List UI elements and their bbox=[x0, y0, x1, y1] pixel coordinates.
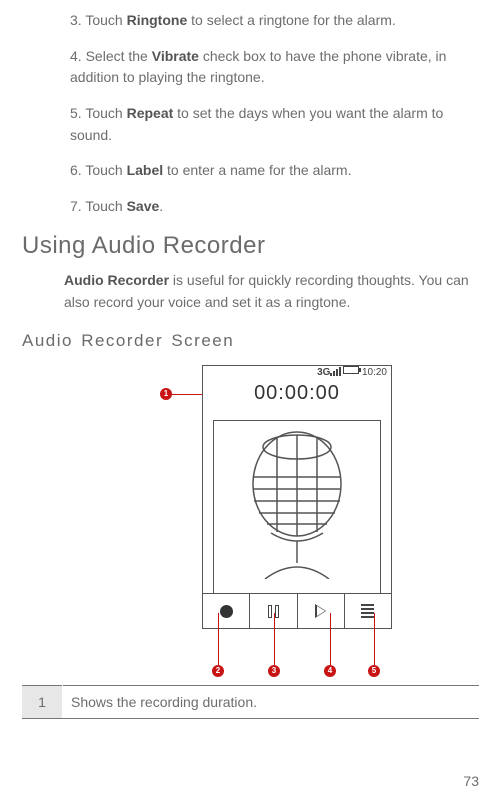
step-text: Touch Ringtone to select a ringtone for … bbox=[85, 12, 395, 28]
legend-index: 1 bbox=[22, 686, 63, 719]
section-title: Using Audio Recorder bbox=[22, 232, 479, 260]
callout-5: 5 bbox=[368, 665, 380, 677]
record-icon bbox=[220, 605, 233, 618]
recorder-toolbar bbox=[203, 593, 391, 628]
callout-3-leader bbox=[274, 613, 275, 665]
page-number: 73 bbox=[463, 773, 479, 789]
status-icons: 3G 10:20 bbox=[317, 367, 387, 378]
step-text: Touch Label to enter a name for the alar… bbox=[85, 162, 351, 178]
callout-1: 1 bbox=[160, 388, 172, 400]
microphone-icon bbox=[237, 429, 357, 579]
list-icon bbox=[361, 604, 374, 618]
step-5: 5. Touch Repeat to set the days when you… bbox=[70, 103, 479, 146]
table-row: 1 Shows the recording duration. bbox=[22, 686, 479, 719]
step-4: 4. Select the Vibrate check box to have … bbox=[70, 46, 479, 89]
status-clock: 10:20 bbox=[362, 367, 387, 378]
pause-button[interactable] bbox=[249, 594, 296, 628]
battery-icon bbox=[343, 366, 359, 374]
step-6: 6. Touch Label to enter a name for the a… bbox=[70, 160, 479, 182]
step-number: 7. bbox=[70, 198, 82, 214]
callout-3: 3 bbox=[268, 665, 280, 677]
section-intro: Audio Recorder is useful for quickly rec… bbox=[64, 270, 479, 313]
step-text: Touch Save. bbox=[85, 198, 163, 214]
subsection-title: Audio Recorder Screen bbox=[22, 331, 479, 351]
signal-icon bbox=[330, 368, 340, 376]
legend-desc: Shows the recording duration. bbox=[63, 686, 480, 719]
recorder-figure: 1 3G 10:20 00:00:00 bbox=[22, 365, 479, 685]
callout-4-leader bbox=[330, 613, 331, 665]
recorder-screen: 3G 10:20 00:00:00 bbox=[202, 365, 392, 629]
step-number: 3. bbox=[70, 12, 82, 28]
callout-5-leader bbox=[374, 613, 375, 665]
step-number: 6. bbox=[70, 162, 82, 178]
play-icon bbox=[315, 604, 326, 618]
step-number: 4. bbox=[70, 48, 82, 64]
status-bar: 3G 10:20 bbox=[203, 366, 391, 380]
callout-2: 2 bbox=[212, 665, 224, 677]
step-text: Select the Vibrate check box to have the… bbox=[70, 48, 446, 86]
legend-table: 1 Shows the recording duration. bbox=[22, 685, 479, 719]
play-button[interactable] bbox=[297, 594, 344, 628]
step-text: Touch Repeat to set the days when you wa… bbox=[70, 105, 443, 143]
recordings-list-button[interactable] bbox=[344, 594, 391, 628]
microphone-illustration bbox=[213, 420, 381, 594]
record-button[interactable] bbox=[203, 594, 249, 628]
step-3: 3. Touch Ringtone to select a ringtone f… bbox=[70, 10, 479, 32]
step-number: 5. bbox=[70, 105, 82, 121]
recording-timer: 00:00:00 bbox=[203, 382, 391, 405]
network-3g-icon: 3G bbox=[317, 367, 330, 378]
callout-2-leader bbox=[218, 613, 219, 665]
step-7: 7. Touch Save. bbox=[70, 196, 479, 218]
callout-4: 4 bbox=[324, 665, 336, 677]
